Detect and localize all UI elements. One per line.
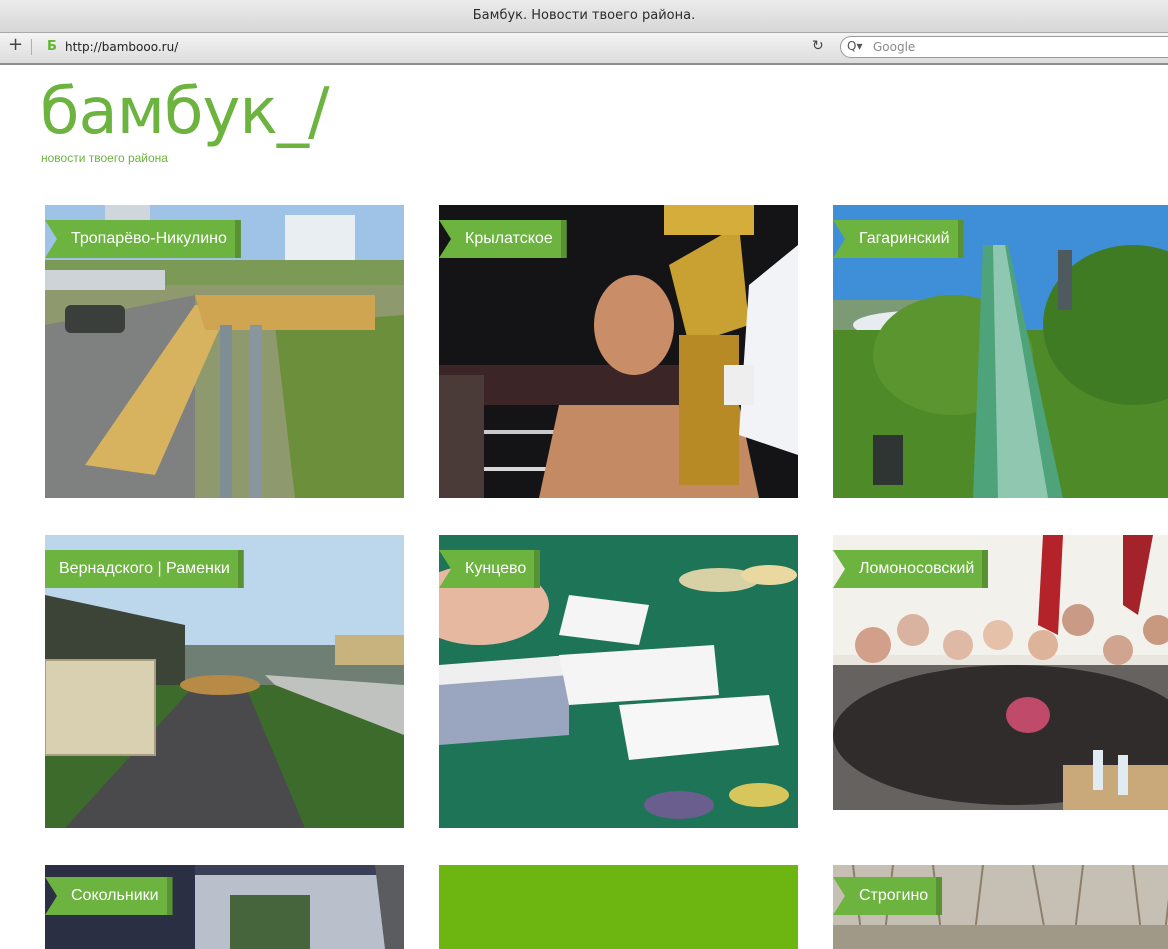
logo-wordmark: бамбук_/ <box>40 75 330 149</box>
district-tile-strogino[interactable]: Строгино <box>833 865 1168 949</box>
reload-icon[interactable]: ↻ <box>812 38 824 54</box>
district-tile-vernadskogo-ramenki[interactable]: Вернадского | Раменки <box>45 535 404 828</box>
window-titlebar: Бамбук. Новости твоего района. <box>0 0 1168 33</box>
tile-label-vernadskogo-ramenki[interactable]: Вернадского | Раменки <box>45 550 244 588</box>
district-tile-kuntsevo[interactable]: Кунцево <box>439 535 798 828</box>
url-text[interactable]: http://bambooo.ru/ <box>65 40 178 54</box>
toolbar-divider <box>31 39 32 55</box>
logo-tagline: новости твоего района <box>41 151 168 165</box>
site-favicon-icon: Б <box>47 39 57 54</box>
tile-label-lomonosovsky[interactable]: Ломоносовский <box>833 550 989 588</box>
tile-label-gagarinsky[interactable]: Гагаринский <box>833 220 964 258</box>
browser-toolbar: + Б http://bambooo.ru/ ↻ Q▾ Google <box>0 33 1168 65</box>
tile-label-sokolniki[interactable]: Сокольники <box>45 877 173 915</box>
new-tab-icon[interactable]: + <box>8 36 23 54</box>
window-title: Бамбук. Новости твоего района. <box>472 8 696 23</box>
tile-label-krylatskoe[interactable]: Крылатское <box>439 220 567 258</box>
search-input[interactable]: Q▾ Google <box>840 36 1168 58</box>
district-tile-sokolniki[interactable]: Сокольники <box>45 865 404 949</box>
address-bar[interactable]: Б http://bambooo.ru/ <box>38 37 830 57</box>
district-tile-gagarinsky[interactable]: Гагаринский <box>833 205 1168 498</box>
plain-green-tile[interactable] <box>439 865 798 949</box>
search-placeholder: Google <box>873 40 916 54</box>
search-icon: Q▾ <box>847 39 863 53</box>
site-logo[interactable]: бамбук_/ новости твоего района <box>40 75 360 170</box>
district-tile-lomonosovsky[interactable]: Ломоносовский <box>833 535 1168 810</box>
tile-label-troparevo[interactable]: Тропарёво-Никулино <box>45 220 241 258</box>
tile-label-kuntsevo[interactable]: Кунцево <box>439 550 541 588</box>
tile-label-strogino[interactable]: Строгино <box>833 877 943 915</box>
district-tile-krylatskoe[interactable]: Крылатское <box>439 205 798 498</box>
district-tile-troparevo[interactable]: Тропарёво-Никулино <box>45 205 404 498</box>
